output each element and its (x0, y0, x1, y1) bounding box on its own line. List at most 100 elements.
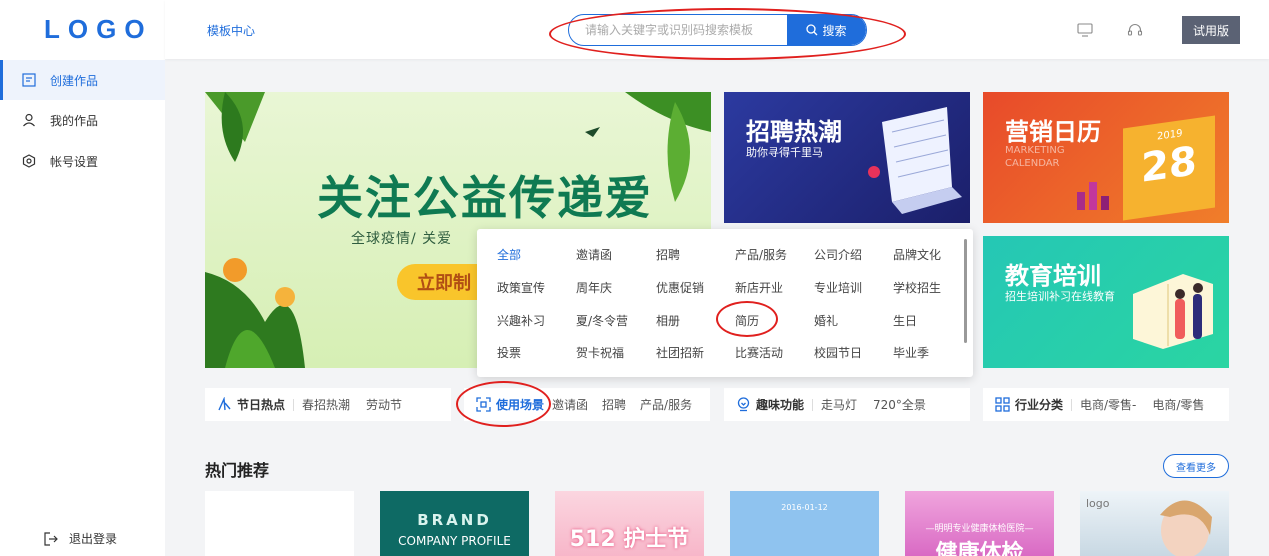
festival-icon (218, 397, 231, 411)
category-scene: 使用场景 邀请函 招聘 产品/服务 (464, 388, 710, 421)
dropdown-item[interactable]: 新店开业 (735, 279, 783, 296)
category-tag[interactable]: 720°全景 (873, 396, 926, 413)
template-card-text: BRAND (417, 511, 492, 529)
dropdown-item[interactable]: 校园节日 (814, 344, 862, 361)
laptop-illustration-icon (868, 107, 962, 214)
template-card[interactable]: BRAND COMPANY PROFILE (380, 491, 529, 556)
dropdown-item[interactable]: 相册 (656, 312, 680, 329)
hot-recommend-title: 热门推荐 (205, 461, 270, 480)
category-head-label: 趣味功能 (756, 398, 805, 412)
sidebar-item-label: 帐号设置 (50, 154, 99, 169)
dropdown-item[interactable]: 贺卡祝福 (576, 344, 624, 361)
user-icon (23, 113, 35, 127)
dropdown-item[interactable]: 周年庆 (576, 279, 612, 296)
divider (293, 398, 295, 411)
logout-button[interactable]: 退出登录 (0, 520, 165, 556)
banner-main-subtitle: 全球疫情/ 关爱 (351, 231, 453, 247)
dropdown-item[interactable]: 政策宣传 (497, 279, 545, 296)
person-photo-icon (1160, 500, 1212, 556)
dropdown-item[interactable]: 比赛活动 (735, 344, 783, 361)
search-icon (806, 24, 818, 36)
banner-calendar-title: 营销日历 (1005, 118, 1101, 146)
category-festival-head[interactable]: 节日热点 (217, 396, 285, 413)
template-card[interactable]: logo (1080, 491, 1229, 556)
category-head-label: 行业分类 (1015, 398, 1064, 412)
template-card[interactable]: 512 护士节 (555, 491, 704, 556)
template-card-subtext: COMPANY PROFILE (398, 534, 511, 548)
category-tag[interactable]: 走马灯 (821, 396, 857, 413)
banner-calendar-subtitle: MARKETING CALENDAR (1005, 145, 1065, 169)
divider (1071, 398, 1073, 411)
logo: LOGO (44, 14, 153, 44)
banner-recruit-title: 招聘热潮 (746, 118, 842, 146)
dropdown-item[interactable]: 招聘 (656, 246, 680, 263)
calendar-day: 28 (1141, 138, 1197, 192)
create-icon (22, 73, 36, 87)
sidebar: LOGO 创建作品 我的作品 帐号设置 退出登录 (0, 0, 165, 556)
banner-education-subtitle: 招生培训补习在线教育 (1005, 290, 1115, 303)
template-card-subtext: 健康体检 (935, 541, 1024, 556)
logout-label: 退出登录 (69, 531, 118, 546)
dropdown-item[interactable]: 品牌文化 (893, 246, 941, 263)
category-industry-head[interactable]: 行业分类 (995, 396, 1063, 413)
category-tag[interactable]: 劳动节 (366, 396, 402, 413)
category-tag[interactable]: 春招热潮 (302, 396, 350, 413)
search-bar: 搜索 (568, 14, 867, 46)
category-fun: 趣味功能 走马灯 720°全景 (724, 388, 970, 421)
headset-icon[interactable] (1127, 22, 1143, 38)
sidebar-item-account-settings[interactable]: 帐号设置 (0, 141, 165, 181)
search-button[interactable]: 搜索 (787, 15, 866, 45)
search-button-label: 搜索 (822, 23, 847, 38)
trial-version-badge[interactable]: 试用版 (1182, 16, 1240, 44)
search-input[interactable] (569, 15, 788, 45)
category-tag[interactable]: 产品/服务 (640, 396, 692, 413)
view-more-button[interactable]: 查看更多 (1163, 454, 1229, 478)
category-scene-head[interactable]: 使用场景 (476, 396, 544, 413)
dropdown-item[interactable]: 兴趣补习 (497, 312, 545, 329)
settings-icon (22, 154, 36, 168)
industry-icon (995, 397, 1010, 412)
dropdown-item[interactable]: 投票 (497, 344, 521, 361)
banner-education-title: 教育培训 (1005, 262, 1101, 290)
top-header: 模板中心 搜索 试用版 (165, 0, 1269, 59)
dropdown-item[interactable]: 生日 (893, 312, 917, 329)
sidebar-item-label: 我的作品 (50, 113, 99, 128)
dropdown-item[interactable]: 邀请函 (576, 246, 612, 263)
template-card[interactable] (205, 491, 354, 556)
sidebar-item-label: 创建作品 (50, 73, 99, 88)
category-fun-head[interactable]: 趣味功能 (736, 396, 804, 413)
dropdown-item[interactable]: 全部 (497, 246, 521, 263)
category-tag[interactable]: 电商/零售 (1152, 396, 1204, 413)
dropdown-item[interactable]: 专业培训 (814, 279, 862, 296)
logout-icon (44, 532, 58, 546)
category-industry: 行业分类 电商/零售- 电商/零售 (983, 388, 1229, 421)
dropdown-item[interactable]: 产品/服务 (735, 246, 787, 263)
dropdown-item[interactable]: 学校招生 (893, 279, 941, 296)
dropdown-item[interactable]: 毕业季 (893, 344, 929, 361)
scene-icon (476, 397, 491, 412)
banner-recruit-subtitle: 助你寻得千里马 (746, 146, 823, 159)
category-tag[interactable]: 电商/零售- (1080, 396, 1136, 413)
sidebar-item-my-works[interactable]: 我的作品 (0, 100, 165, 140)
category-head-label: 使用场景 (496, 398, 545, 412)
breadcrumb[interactable]: 模板中心 (207, 22, 255, 39)
banner-marketing-calendar[interactable]: 营销日历 MARKETING CALENDAR 2019 28 (983, 92, 1229, 223)
category-tag[interactable]: 邀请函 (552, 396, 588, 413)
monitor-icon[interactable] (1077, 22, 1093, 38)
template-card-text: 2016-01-12 (781, 503, 828, 512)
banner-education[interactable]: 教育培训 招生培训补习在线教育 (983, 236, 1229, 368)
category-tag[interactable]: 招聘 (602, 396, 626, 413)
template-card-text: logo (1086, 497, 1110, 510)
banner-main-title: 关注公益传递爱 (317, 171, 653, 225)
dropdown-scrollbar[interactable] (964, 239, 967, 343)
sidebar-item-create[interactable]: 创建作品 (0, 60, 165, 100)
dropdown-item[interactable]: 社团招新 (656, 344, 704, 361)
template-card[interactable]: —明明专业健康体检医院— 健康体检 (905, 491, 1054, 556)
dropdown-item[interactable]: 公司介绍 (814, 246, 862, 263)
banner-recruit[interactable]: 招聘热潮 助你寻得千里马 (724, 92, 970, 223)
template-card[interactable]: 2016-01-12 (730, 491, 879, 556)
dropdown-item[interactable]: 优惠促销 (656, 279, 704, 296)
dropdown-item[interactable]: 婚礼 (814, 312, 838, 329)
dropdown-item[interactable]: 夏/冬令营 (576, 312, 628, 329)
dropdown-item-resume[interactable]: 简历 (735, 312, 759, 329)
